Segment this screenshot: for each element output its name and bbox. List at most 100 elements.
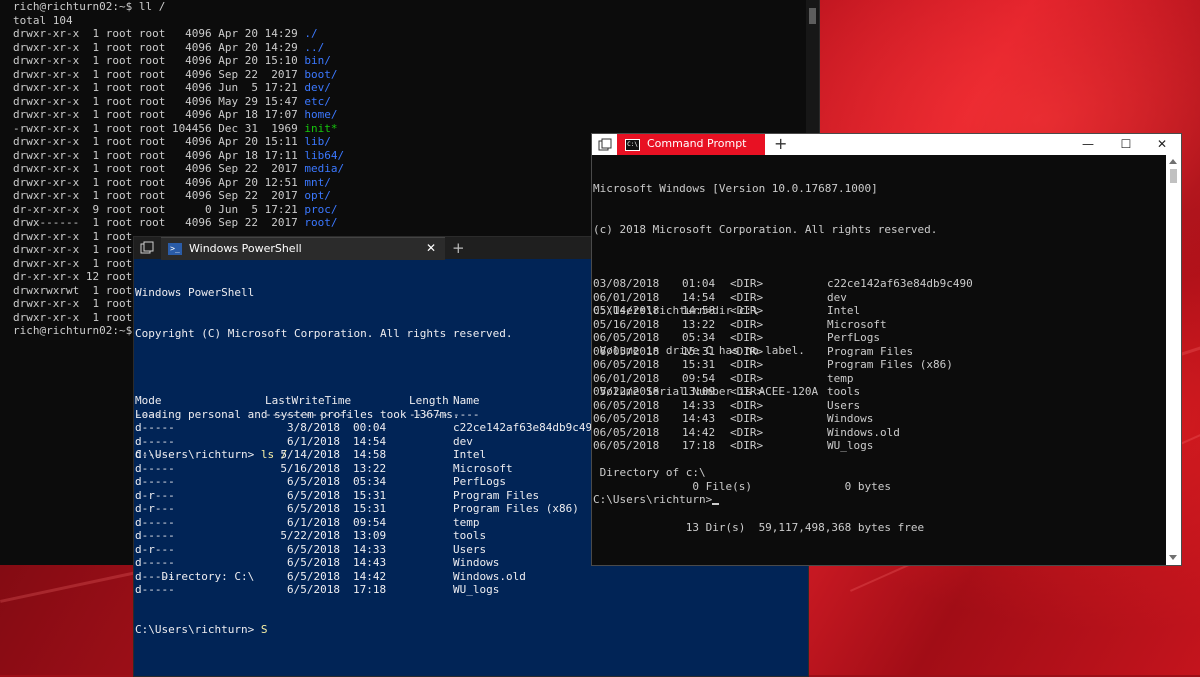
line-text: drwxr-xr-x 1 root	[13, 256, 133, 270]
terminal-line: rich@richturn02:~$ ll /	[13, 0, 803, 14]
listing-row: 05/16/2018 13:22 <DIR> Microsoft	[593, 318, 1165, 332]
tab-switcher-icon[interactable]	[598, 138, 612, 152]
time-cell: 15:31	[682, 358, 716, 371]
line-text: drwxr-xr-x 1 root root 4096 Apr 20 14:29	[13, 40, 305, 54]
date-cell: 06/05/2018	[593, 412, 660, 425]
mode-cell: d-----	[135, 515, 175, 529]
type-cell: <DIR>	[730, 439, 764, 452]
listing-row: 06/05/2018 15:31 <DIR> Program Files	[593, 345, 1165, 359]
file-name: opt/	[304, 189, 331, 202]
name-cell: Windows.old	[827, 425, 900, 439]
time-cell: 14:43	[682, 412, 716, 425]
mode-cell: d-r---	[135, 502, 175, 515]
time-cell: 09:54	[353, 515, 387, 529]
listing-row: 06/01/2018 09:54 <DIR> temp	[593, 372, 1165, 386]
terminal-line: drwxr-xr-x 1 root root 4096 Apr 20 15:10…	[13, 54, 803, 68]
date-cell: 05/22/2018	[593, 385, 660, 398]
cmd-current-prompt[interactable]: C:\Users\richturn>	[593, 493, 720, 507]
line-text: drwxr-xr-x 1 root	[13, 310, 133, 324]
mode-cell: d-----	[135, 448, 175, 461]
minimize-button[interactable]: —	[1071, 134, 1105, 155]
file-name: etc/	[304, 94, 331, 108]
type-cell: <DIR>	[730, 358, 764, 371]
bash-scrollbar-thumb[interactable]	[809, 8, 816, 24]
file-name: lib/	[304, 135, 331, 148]
time-cell: 17:18	[682, 439, 716, 452]
time-cell: 14:43	[353, 556, 387, 569]
date-cell: 6/5/2018	[287, 569, 340, 583]
maximize-button[interactable]: ☐	[1109, 134, 1143, 155]
date-cell: 6/5/2018	[287, 502, 340, 515]
listing-row: 05/14/2018 14:58 <DIR> Intel	[593, 304, 1165, 318]
date-cell: 06/05/2018	[593, 425, 660, 439]
listing-row: 06/05/2018 14:43 <DIR> Windows	[593, 412, 1165, 426]
time-cell: 13:09	[353, 529, 387, 542]
line-text: -rwxr-xr-x 1 root root 104456 Dec 31 196…	[13, 121, 305, 135]
close-tab-icon[interactable]: ✕	[426, 241, 436, 255]
new-tab-button[interactable]: +	[452, 239, 465, 257]
mode-cell: d-----	[135, 421, 175, 434]
cmd-titlebar[interactable]: C:\ Command Prompt + — ☐ ✕	[592, 134, 1181, 155]
name-cell: Intel	[453, 448, 487, 461]
tab-switcher-icon[interactable]	[140, 241, 154, 255]
name-cell: Microsoft	[453, 461, 513, 475]
name-cell: Windows.old	[453, 569, 526, 583]
column-header-name: Name	[453, 394, 480, 407]
output-line: Microsoft Windows [Version 10.0.17687.10…	[593, 182, 878, 195]
mode-cell: d-----	[135, 583, 175, 596]
cmd-scrollbar[interactable]	[1166, 155, 1181, 565]
line-text: drwxr-xr-x 1 root	[13, 229, 133, 243]
date-cell: 6/5/2018	[287, 488, 340, 502]
line-text: dr-xr-xr-x 9 root root 0 Jun 5 17:21	[13, 202, 305, 216]
date-cell: 06/05/2018	[593, 331, 660, 344]
name-cell: PerfLogs	[453, 475, 506, 488]
time-cell: 14:42	[353, 569, 387, 583]
time-cell: 14:54	[353, 434, 387, 448]
cmd-icon: C:\	[625, 139, 640, 151]
date-cell: 06/05/2018	[593, 439, 660, 452]
date-cell: 06/05/2018	[593, 398, 660, 412]
name-cell: Program Files (x86)	[827, 358, 953, 371]
type-cell: <DIR>	[730, 344, 764, 358]
name-cell: temp	[827, 371, 854, 385]
time-cell: 13:22	[682, 317, 716, 331]
line-text: rich@richturn02:~$	[13, 324, 133, 337]
prompt-text: C:\Users\richturn>	[135, 623, 261, 636]
file-name: home/	[304, 108, 338, 121]
line-text: drwxr-xr-x 1 root	[13, 297, 133, 310]
mode-cell: d-----	[135, 569, 175, 583]
time-cell: 14:33	[682, 398, 716, 412]
typed-input[interactable]: S	[261, 623, 268, 636]
new-tab-button[interactable]: +	[774, 134, 787, 153]
scroll-up-icon[interactable]	[1169, 159, 1177, 164]
line-text: drwxr-xr-x 1 root root 4096 Sep 22 2017	[13, 189, 305, 202]
close-button[interactable]: ✕	[1145, 134, 1179, 155]
listing-row: 03/08/2018 01:04 <DIR> c22ce142af63e84db9c4…	[593, 277, 1165, 291]
powershell-current-prompt[interactable]: C:\Users\richturn> S	[135, 623, 267, 637]
time-cell: 17:18	[353, 583, 387, 596]
tab-powershell[interactable]: >_ Windows PowerShell ✕	[161, 237, 445, 260]
date-cell: 03/08/2018	[593, 277, 660, 290]
name-cell: tools	[827, 385, 861, 398]
name-cell: Program Files	[827, 344, 914, 358]
line-text: drwxr-xr-x 1 root root 4096 May 29 15:47	[13, 94, 305, 108]
type-cell: <DIR>	[730, 277, 764, 290]
file-name: dev/	[304, 81, 331, 94]
cmd-scrollbar-thumb[interactable]	[1170, 169, 1177, 183]
tab-command-prompt[interactable]: C:\ Command Prompt	[617, 134, 765, 155]
file-name: lib64/	[304, 148, 345, 162]
line-text: drwxr-xr-x 1 root root 4096 Apr 20 14:29	[13, 27, 305, 40]
type-cell: <DIR>	[730, 290, 764, 304]
command-prompt-window[interactable]: C:\ Command Prompt + — ☐ ✕ Microsoft Win…	[591, 133, 1182, 566]
line-text: drwxr-xr-x 1 root	[13, 243, 133, 256]
name-cell: Users	[453, 542, 487, 556]
scroll-down-icon[interactable]	[1169, 555, 1177, 560]
tab-command-prompt-label: Command Prompt	[647, 137, 747, 150]
name-cell: c22ce142af63e84db9c490	[453, 421, 599, 434]
cmd-listing: 03/08/2018 01:04 <DIR> c22ce142af63e84db9c4…	[593, 277, 1165, 453]
line-text: drwx------ 1 root root 4096 Sep 22 2017	[13, 216, 305, 229]
terminal-line: drwxr-xr-x 1 root root 4096 Sep 22 2017 …	[13, 68, 803, 82]
time-cell: 01:04	[682, 277, 716, 290]
cmd-summary: 0 File(s) 0 bytes 13 Dir(s) 59,117,498,3…	[593, 453, 924, 561]
line-text: drwxr-xr-x 1 root root 4096 Sep 22 2017	[13, 162, 305, 175]
